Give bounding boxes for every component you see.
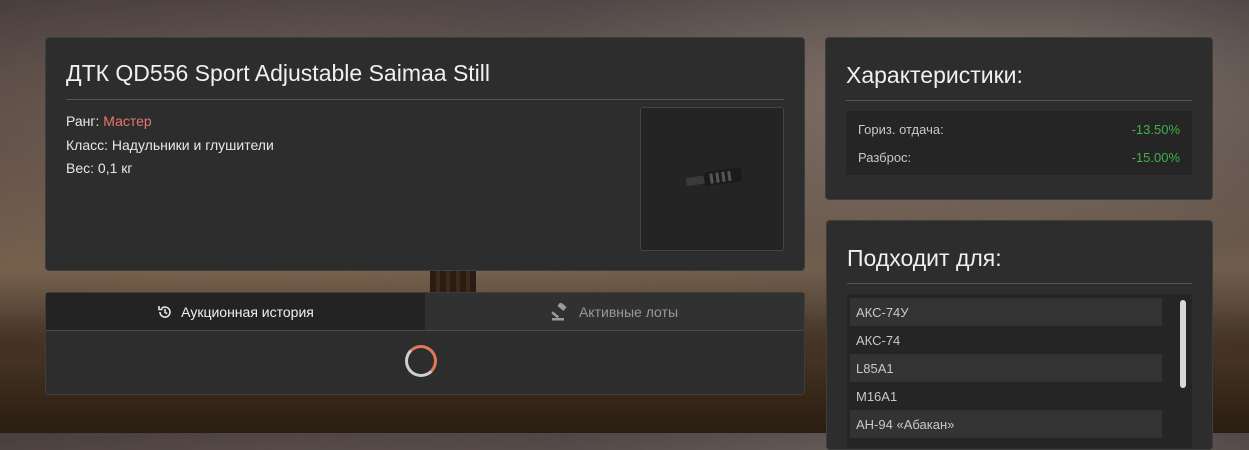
stat-value: -13.50%	[1131, 121, 1180, 137]
tab-active-lots[interactable]: Активные лоты	[425, 293, 804, 330]
stats-panel: Характеристики: Гориз. отдача: -13.50% Р…	[825, 37, 1213, 200]
history-icon	[158, 305, 171, 318]
rank-value: Мастер	[103, 113, 152, 129]
compat-list: АКС-74У АКС-74 L85A1 M16A1 АН-94 «Абакан…	[847, 294, 1192, 448]
stat-row-spread: Разброс: -15.00%	[846, 143, 1192, 171]
stat-label: Гориз. отдача:	[858, 121, 944, 137]
class-label: Класс:	[66, 136, 108, 153]
class-value: Надульники и глушители	[111, 136, 274, 153]
item-title: ДТК QD556 Sport Adjustable Saimaa Still	[66, 60, 784, 100]
weight-label: Вес:	[66, 160, 95, 176]
gavel-icon	[551, 302, 567, 320]
stat-label: Разброс:	[858, 149, 912, 165]
stat-value: -15.00%	[1131, 149, 1180, 165]
tab-auction-history[interactable]: Аукционная история	[46, 293, 425, 330]
compat-item[interactable]: АКС-74	[850, 326, 1162, 354]
compat-item[interactable]: L85A1	[850, 354, 1162, 382]
compat-scrollbar[interactable]	[1180, 300, 1186, 388]
muzzle-device-icon	[685, 167, 743, 187]
compat-item[interactable]: АКС-74У	[850, 298, 1162, 326]
auction-panel: Аукционная история Активные лоты	[45, 292, 805, 395]
auction-tabs: Аукционная история Активные лоты	[46, 293, 804, 331]
tab-active-lots-label: Активные лоты	[578, 303, 679, 320]
stats-title: Характеристики:	[846, 62, 1192, 101]
tab-auction-history-label: Аукционная история	[181, 303, 314, 320]
stats-table: Гориз. отдача: -13.50% Разброс: -15.00%	[846, 111, 1192, 175]
compat-item[interactable]: M16A1	[850, 382, 1162, 410]
stat-row-recoil: Гориз. отдача: -13.50%	[846, 115, 1192, 143]
compat-item[interactable]: АН-94 «Абакан»	[850, 410, 1162, 438]
rank-label: Ранг:	[66, 113, 100, 129]
item-image	[640, 107, 784, 251]
loading-spinner	[405, 345, 437, 377]
compatibility-panel: Подходит для: АКС-74У АКС-74 L85A1 M16A1…	[826, 220, 1213, 450]
compat-title: Подходит для:	[847, 245, 1192, 284]
weight-value: 0,1 кг	[97, 160, 133, 176]
item-info-panel: ДТК QD556 Sport Adjustable Saimaa Still …	[45, 37, 805, 271]
